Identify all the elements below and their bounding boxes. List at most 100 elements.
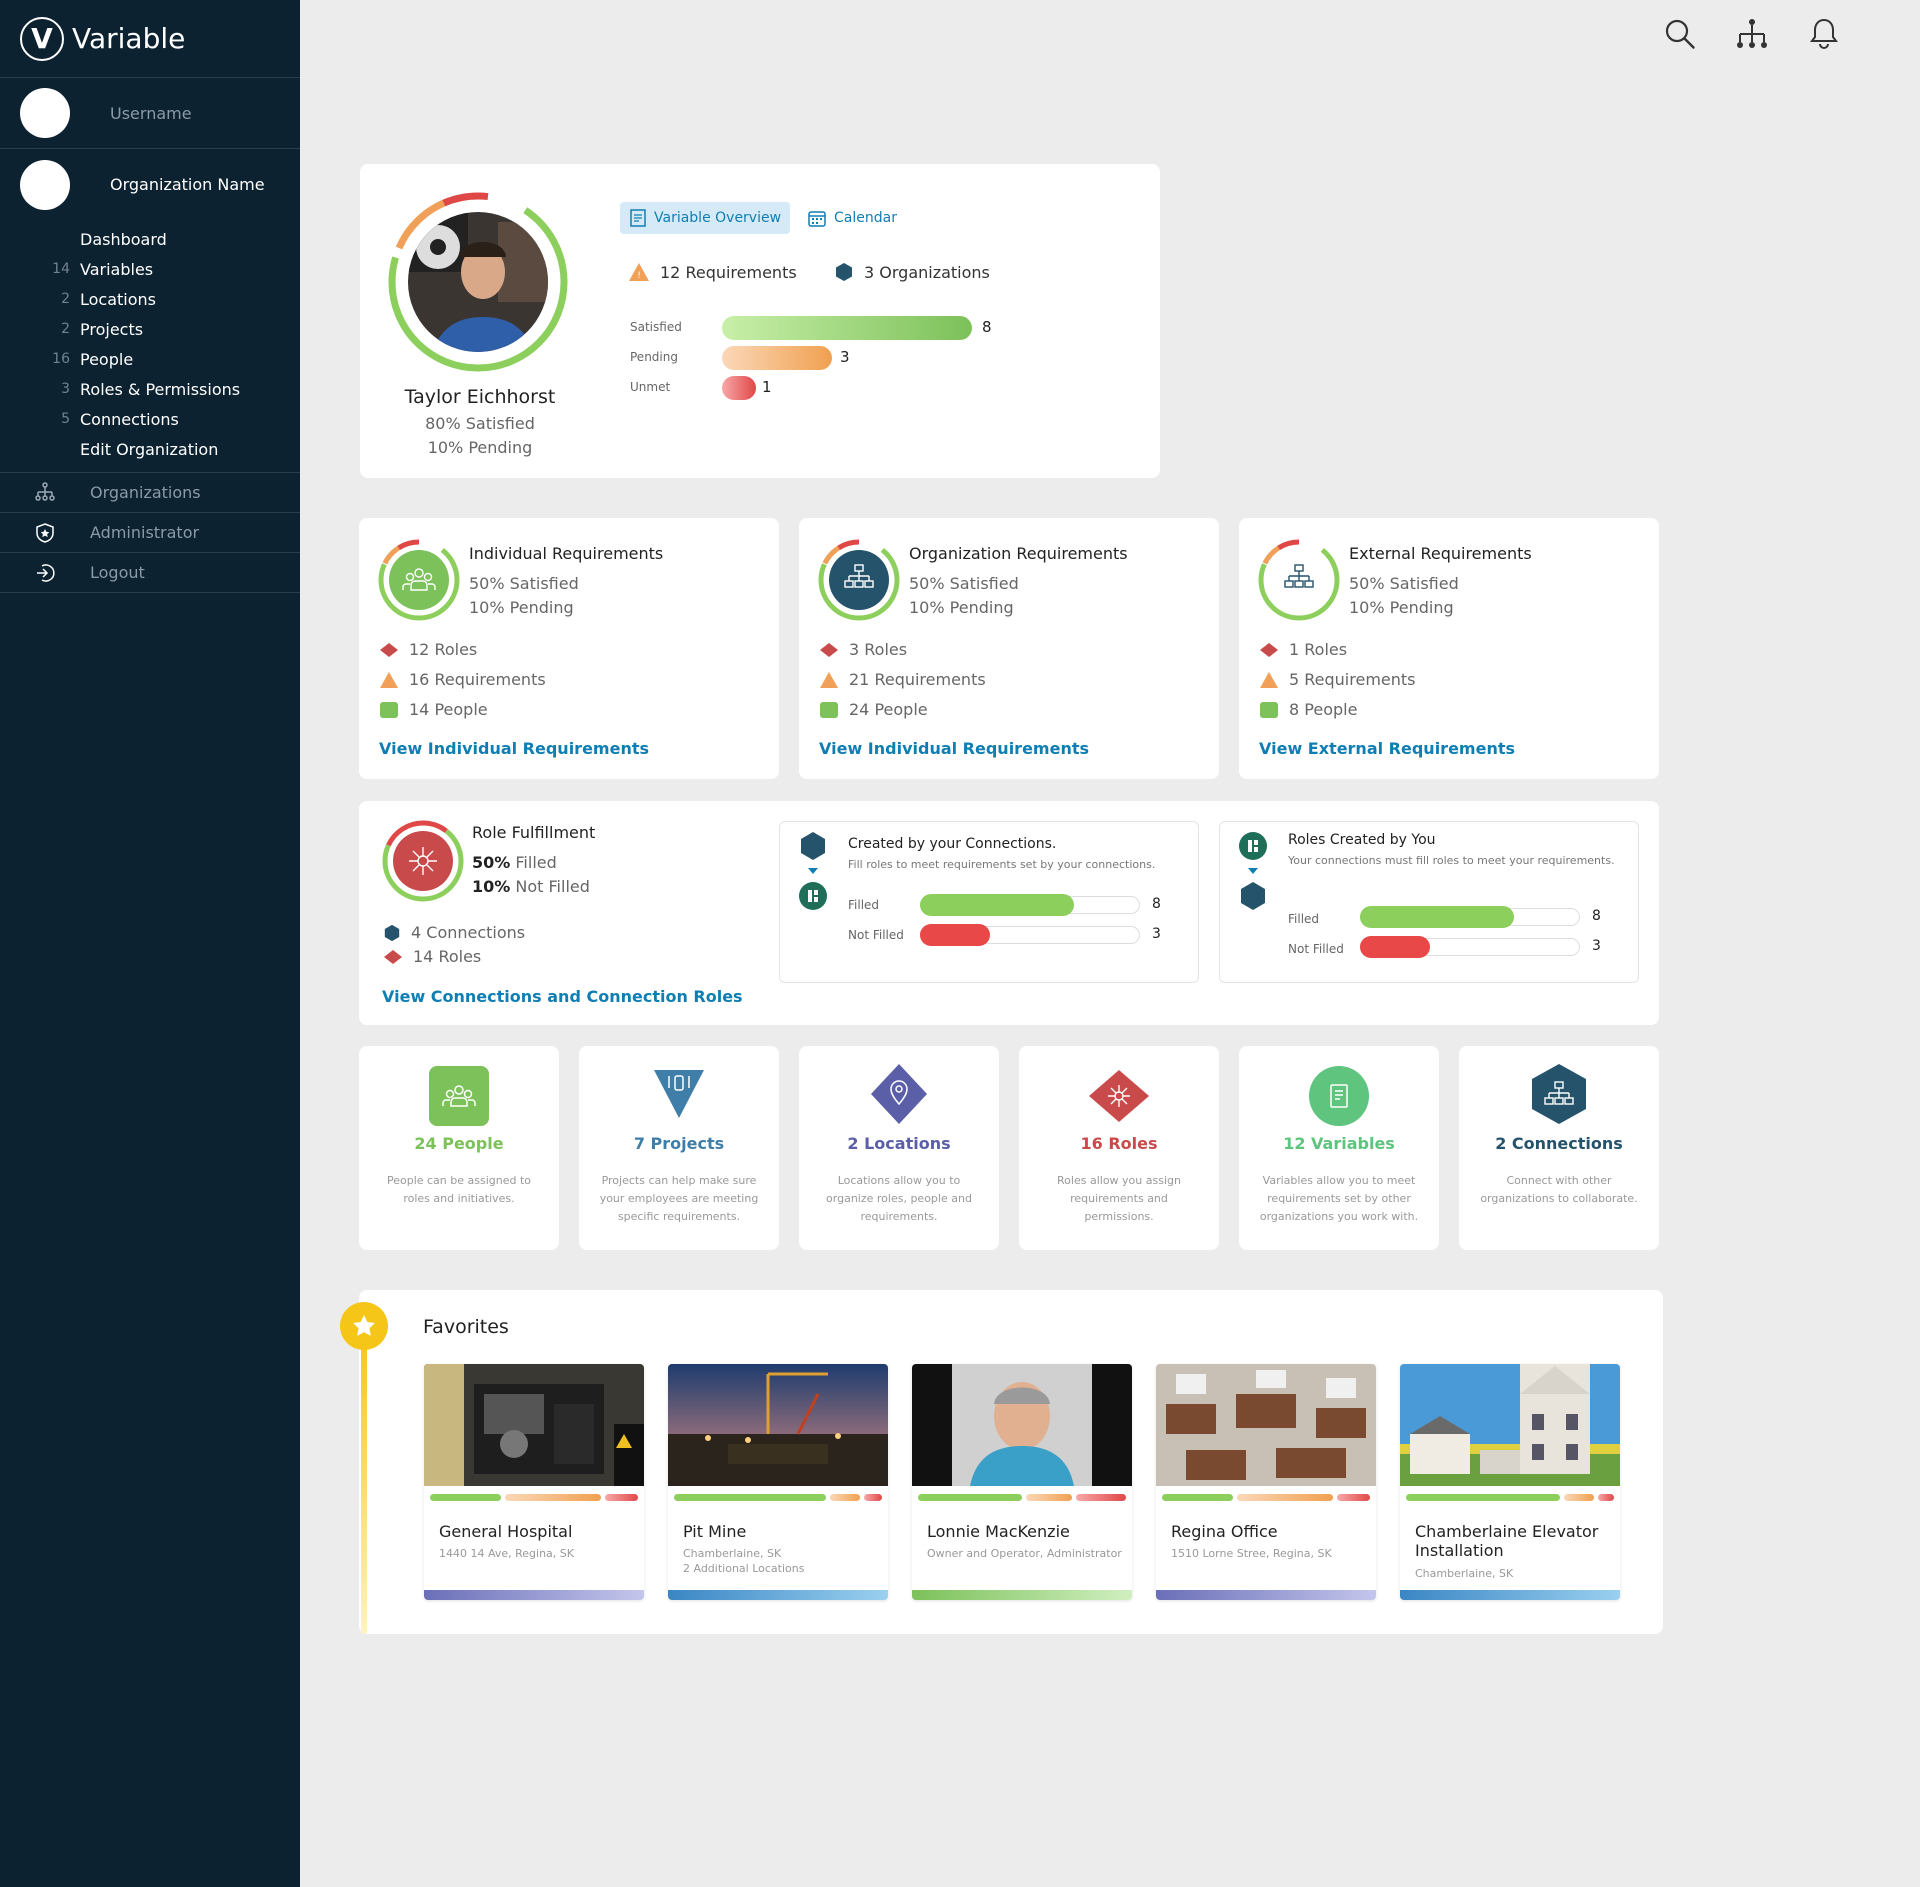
pending-bar	[504, 1494, 601, 1501]
sidebar-item-connections[interactable]: 5 Connections	[0, 404, 300, 434]
org-avatar	[20, 159, 70, 210]
locations-stat-card[interactable]: 2 Locations Locations allow you to organ…	[799, 1046, 999, 1250]
tab-calendar[interactable]: Calendar	[808, 202, 918, 234]
not-filled-bar	[1360, 936, 1430, 958]
sidebar-item-organizations[interactable]: Organizations	[0, 473, 300, 513]
card-title: Individual Requirements	[469, 544, 664, 563]
nav-label: Edit Organization	[80, 439, 219, 459]
sidebar-item-roles-permissions[interactable]: 3 Roles & Permissions	[0, 374, 300, 404]
stat-desc: Locations allow you to organize roles, p…	[826, 1174, 972, 1223]
favorite-sub: Chamberlaine, SK	[683, 1547, 782, 1560]
nav-count: 16	[52, 351, 70, 367]
profile-card: Taylor Eichhorst 80% Satisfied 10% Pendi…	[360, 164, 1160, 478]
roles-item: 1 Roles	[1259, 640, 1347, 659]
svg-text:!: !	[637, 271, 641, 281]
favorite-general-hospital[interactable]: General Hospital 1440 14 Ave, Regina, SK	[424, 1364, 644, 1600]
satisfied-bar	[1406, 1494, 1560, 1501]
favorite-regina-office[interactable]: Regina Office 1510 Lorne Stree, Regina, …	[1156, 1364, 1376, 1600]
not-filled-label: Not Filled	[848, 928, 904, 942]
warning-triangle-icon	[380, 671, 398, 688]
status-bars	[430, 1494, 638, 1501]
diamond-roles-icon	[384, 949, 402, 964]
sidebar-item-logout[interactable]: Logout	[0, 553, 300, 593]
created-by-connections-panel: Created by your Connections. Fill roles …	[779, 821, 1199, 983]
panel-subtitle: Your connections must fill roles to meet…	[1288, 854, 1615, 867]
tab-label: Variable Overview	[654, 210, 782, 226]
projects-stat-card[interactable]: 7 Projects Projects can help make sure y…	[579, 1046, 779, 1250]
roles-icon	[1089, 1070, 1149, 1122]
requirements-label: 5 Requirements	[1289, 670, 1416, 689]
view-connections-link[interactable]: View Connections and Connection Roles	[382, 987, 743, 1006]
people-icon	[1260, 701, 1278, 718]
nav-label: Logout	[90, 563, 145, 582]
roles-item: 14 Roles	[383, 947, 481, 966]
nav-count: 2	[61, 291, 70, 307]
unmet-bar	[864, 1494, 882, 1501]
org-nav: Dashboard 14 Variables 2 Locations 2 Projec…	[0, 220, 300, 473]
requirements-item: 5 Requirements	[1259, 670, 1416, 689]
requirements-label: 12 Requirements	[660, 262, 797, 282]
satisfied-bar	[918, 1494, 1022, 1501]
role-fulfillment-title: Role Fulfillment	[472, 823, 596, 842]
projects-icon	[654, 1070, 704, 1118]
bar-value-pending: 3	[840, 348, 850, 366]
people-item: 24 People	[819, 700, 928, 719]
connections-stat-card[interactable]: 2 Connections Connect with other organiz…	[1459, 1046, 1659, 1250]
favorite-name: Lonnie MacKenzie	[927, 1522, 1070, 1541]
organization-profile[interactable]: Organization Name	[0, 149, 300, 220]
nav-label: Organizations	[90, 483, 201, 502]
sidebar-item-administrator[interactable]: Administrator	[0, 513, 300, 553]
sidebar-item-locations[interactable]: 2 Locations	[0, 284, 300, 314]
view-organization-requirements-link[interactable]: View Individual Requirements	[819, 739, 1089, 758]
tab-variable-overview[interactable]: Variable Overview	[620, 202, 790, 234]
filled-word: Filled	[515, 853, 557, 872]
office-image	[1156, 1364, 1376, 1486]
variables-stat-card[interactable]: 12 Variables Variables allow you to meet…	[1239, 1046, 1439, 1250]
org-name: Organization Name	[110, 175, 265, 194]
sidebar-item-variables[interactable]: 14 Variables	[0, 254, 300, 284]
sidebar-item-edit-organization[interactable]: Edit Organization	[0, 434, 300, 464]
favorite-lonnie-mackenzie[interactable]: Lonnie MacKenzie Owner and Operator, Adm…	[912, 1364, 1132, 1600]
panel-subtitle: Fill roles to meet requirements set by y…	[848, 858, 1156, 871]
roles-label: 3 Roles	[849, 640, 908, 659]
nav-label: People	[80, 349, 134, 369]
bar-label-unmet: Unmet	[630, 380, 671, 394]
favorite-name: Regina Office	[1171, 1522, 1278, 1541]
logo[interactable]: V Variable	[0, 0, 300, 78]
variables-icon	[1309, 1066, 1369, 1126]
nav-count: 3	[61, 381, 70, 397]
sidebar-item-dashboard[interactable]: Dashboard	[0, 224, 300, 254]
not-filled-value: 3	[1152, 926, 1161, 942]
sidebar-item-projects[interactable]: 2 Projects	[0, 314, 300, 344]
favorite-chamberlaine-elevator[interactable]: Chamberlaine Elevator Installation Chamb…	[1400, 1364, 1620, 1600]
favorite-sub2: 2 Additional Locations	[683, 1562, 805, 1575]
individual-requirements-card: Individual Requirements 50% Satisfied 10…	[359, 518, 779, 779]
roles-label: 12 Roles	[409, 640, 478, 659]
profile-ring	[388, 192, 568, 372]
people-stat-card[interactable]: 24 People People can be assigned to role…	[359, 1046, 559, 1250]
user-profile[interactable]: Username	[0, 78, 300, 149]
people-icon	[380, 701, 398, 718]
connections-item: 4 Connections	[383, 923, 525, 942]
favorites-timeline	[361, 1326, 367, 1634]
filled-value: 8	[1592, 908, 1601, 924]
roles-stat-card[interactable]: 16 Roles Roles allow you assign requirem…	[1019, 1046, 1219, 1250]
bell-icon[interactable]	[1806, 16, 1842, 52]
status-bars	[918, 1494, 1126, 1501]
sidebar-item-people[interactable]: 16 People	[0, 344, 300, 374]
card-bottom-stripe	[1400, 1590, 1620, 1600]
warning-triangle-icon: !	[629, 263, 649, 281]
view-individual-requirements-link[interactable]: View Individual Requirements	[379, 739, 649, 758]
org-chart-icon[interactable]	[1734, 16, 1770, 52]
status-bars	[1162, 1494, 1370, 1501]
people-icon	[429, 1066, 489, 1126]
unmet-bar	[1336, 1494, 1370, 1501]
view-external-requirements-link[interactable]: View External Requirements	[1259, 739, 1515, 758]
hospital-machine-image	[424, 1364, 644, 1486]
search-icon[interactable]	[1662, 16, 1698, 52]
external-ring-icon	[1258, 539, 1340, 621]
hexagon-org-icon	[836, 263, 852, 281]
favorite-pit-mine[interactable]: Pit Mine Chamberlaine, SK 2 Additional L…	[668, 1364, 888, 1600]
role-fulfillment-card: Role Fulfillment 50% Filled 10% Not Fill…	[359, 801, 1659, 1025]
filled-value: 8	[1152, 896, 1161, 912]
